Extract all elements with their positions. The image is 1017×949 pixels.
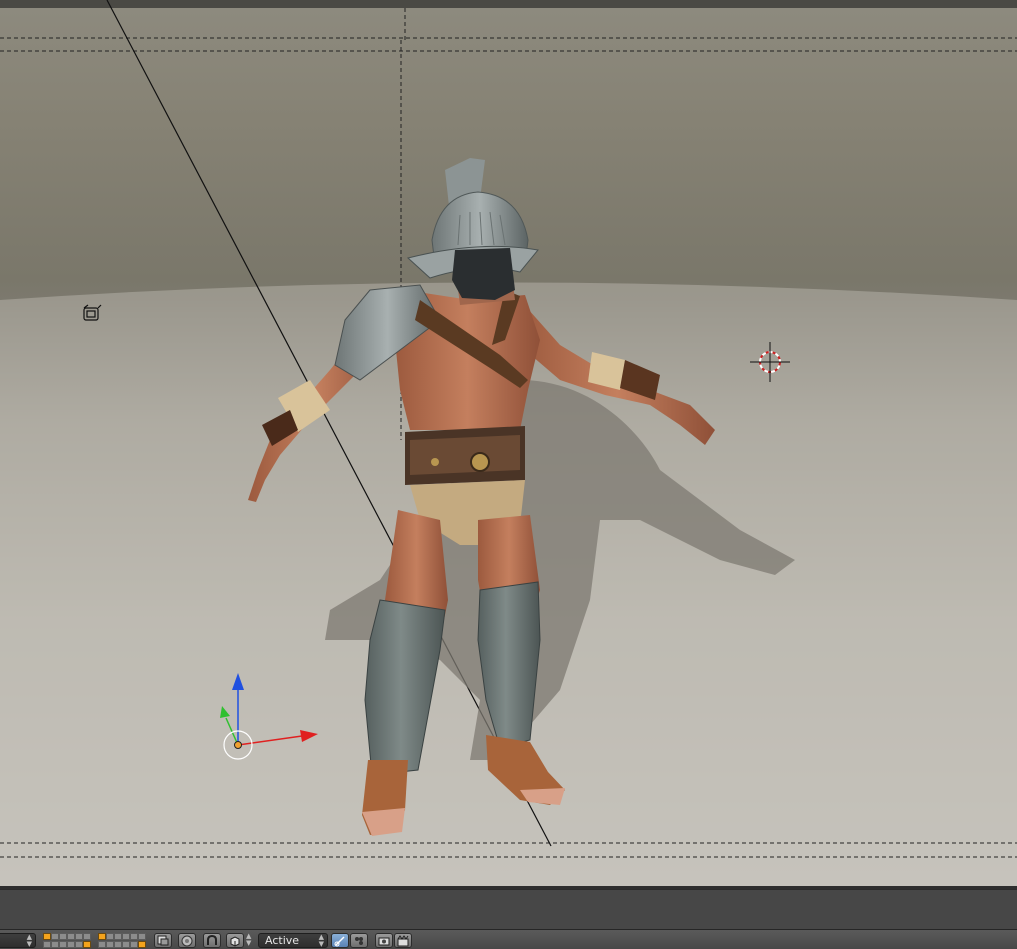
opengl-render-button[interactable] (375, 933, 393, 948)
layer-8-toggle[interactable] (106, 933, 114, 940)
pivot-dropdown-value: Active (265, 934, 300, 947)
layer-3-toggle[interactable] (59, 933, 67, 940)
layer-9-toggle[interactable] (114, 933, 122, 940)
object-origin-icon (234, 741, 242, 749)
manipulator-toggle-button[interactable] (331, 933, 349, 948)
layer-1-toggle[interactable] (43, 933, 51, 940)
magnet-icon (207, 934, 217, 945)
manipulator-translate-button[interactable] (350, 933, 368, 948)
snap-button[interactable] (203, 933, 221, 948)
layer-20c-toggle[interactable] (138, 941, 146, 948)
dots-icon (355, 936, 363, 945)
layer-2-toggle[interactable] (51, 933, 59, 940)
dropdown-arrows-icon: ▲ ▼ (26, 933, 32, 948)
layer-18-toggle[interactable] (106, 941, 114, 948)
layer-12-toggle[interactable] (51, 941, 59, 948)
render-layer-button[interactable] (154, 933, 172, 948)
layer-20-toggle[interactable] (122, 941, 130, 948)
layer-grid-second-block[interactable] (98, 933, 146, 948)
pivot-dropdown[interactable]: Active ▲ ▼ (258, 933, 328, 948)
mode-dropdown[interactable]: ▲ ▼ (0, 933, 36, 948)
dropdown-arrows-icon: ▲ ▼ (318, 933, 324, 948)
clapperboard-icon (397, 934, 409, 946)
layer-4-toggle[interactable] (67, 933, 75, 940)
3d-viewport[interactable] (0, 0, 1017, 889)
render-layers-icon (157, 935, 169, 946)
layer-11-toggle[interactable] (43, 941, 51, 948)
pivot-point-button[interactable] (178, 933, 196, 948)
camera-icon (378, 937, 390, 945)
layer-17-toggle[interactable] (98, 941, 106, 948)
layer-19-toggle[interactable] (114, 941, 122, 948)
layer-20b-toggle[interactable] (130, 941, 138, 948)
viewport-shading-button[interactable] (226, 933, 244, 948)
layer-5-toggle[interactable] (75, 933, 83, 940)
viewport-header: ▲ ▼ ▲ ▼ Active ▲ ▼ (0, 929, 1017, 949)
viewport-top-border (0, 0, 1017, 8)
layer-16-toggle[interactable] (83, 941, 91, 948)
helmet (406, 158, 539, 300)
layer-14-toggle[interactable] (67, 941, 75, 948)
shading-dropdown-arrows-icon[interactable]: ▲ ▼ (246, 933, 256, 948)
layer-10c-toggle[interactable] (138, 933, 146, 940)
layer-grid-first-block[interactable] (43, 933, 91, 948)
layer-15-toggle[interactable] (75, 941, 83, 948)
layer-10-toggle[interactable] (122, 933, 130, 940)
layer-6-toggle[interactable] (83, 933, 91, 940)
cube-icon (230, 935, 240, 947)
empty-panel (0, 889, 1017, 930)
pivot-circle-icon (181, 935, 193, 946)
manipulator-icon (334, 935, 345, 946)
layer-10b-toggle[interactable] (130, 933, 138, 940)
opengl-animation-button[interactable] (394, 933, 412, 948)
layer-13-toggle[interactable] (59, 941, 67, 948)
layer-7-toggle[interactable] (98, 933, 106, 940)
